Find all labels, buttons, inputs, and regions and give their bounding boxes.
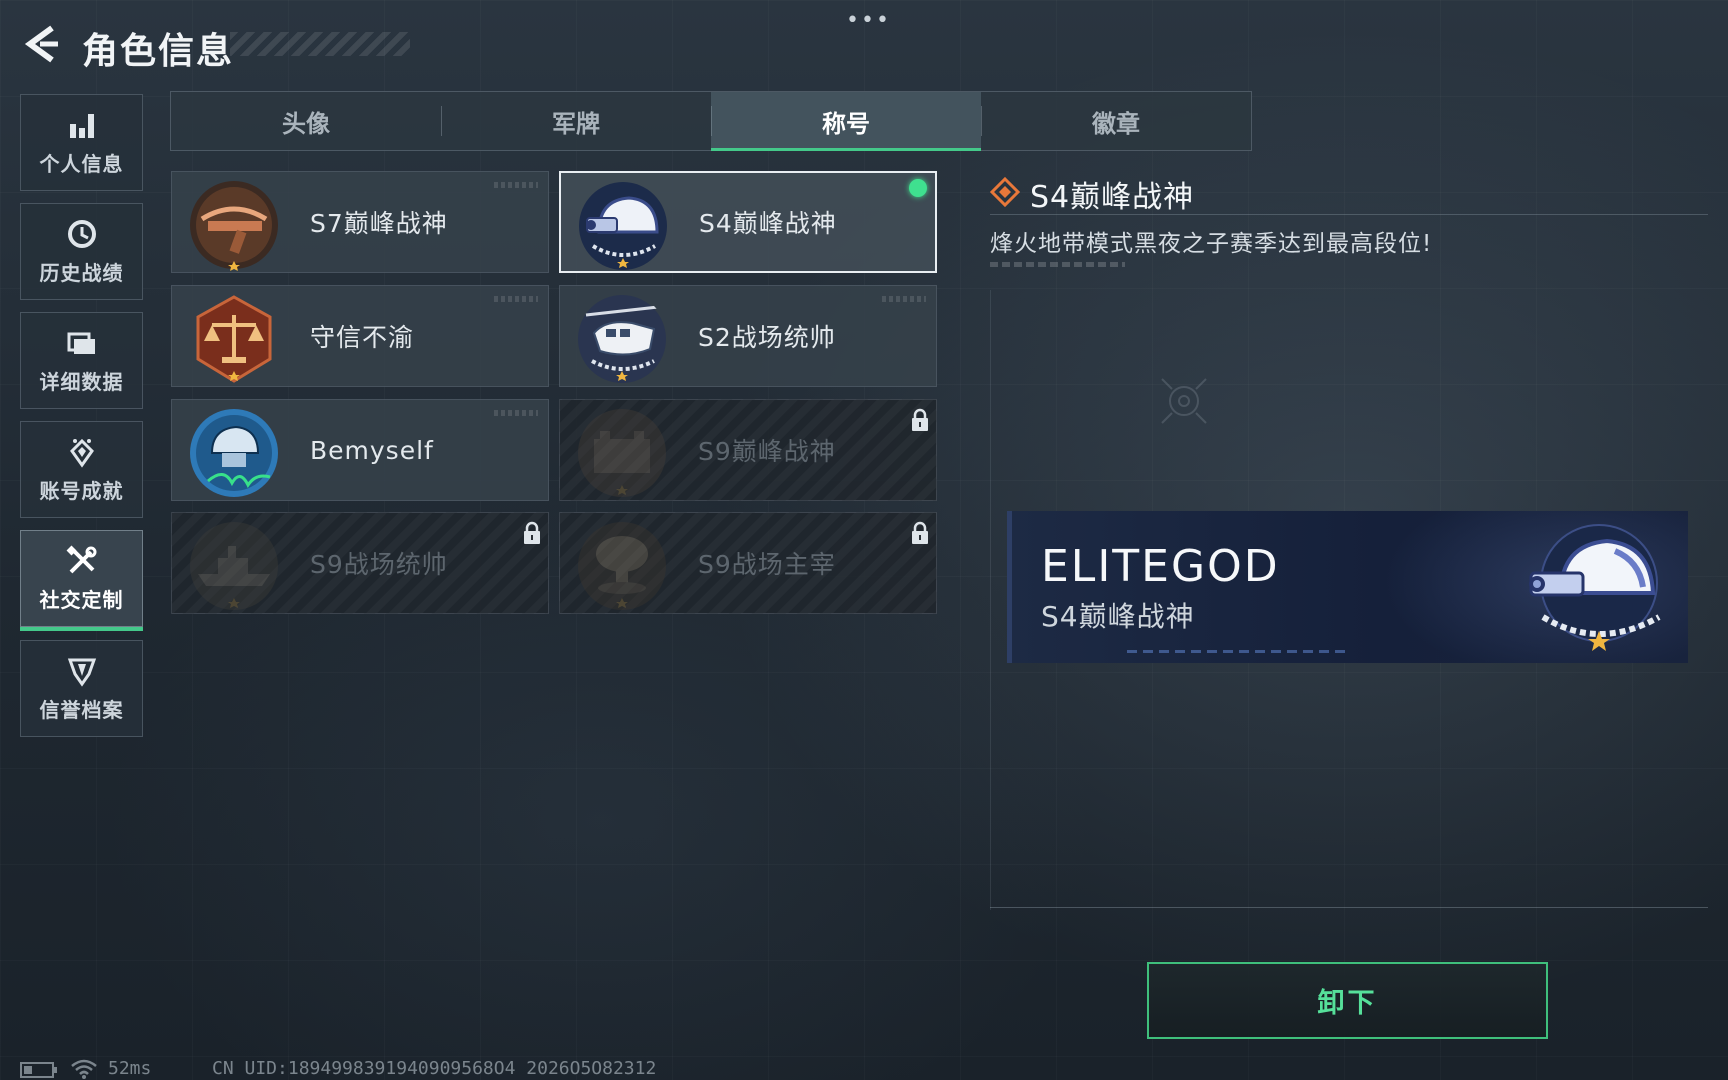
helicopter-emblem-icon [578,295,666,383]
sidebar-item-label: 详细数据 [39,370,124,394]
battery-icon [20,1062,57,1078]
card-decoration [494,182,538,188]
tab-badge[interactable]: 徽章 [981,92,1251,150]
night-vision-helmet-emblem-icon [579,182,667,270]
sidebar-item-detailed-data[interactable]: 详细数据 [20,312,143,409]
detail-title: S4巅峰战神 [1030,180,1195,215]
lock-icon [912,521,928,544]
reticle-icon [1161,378,1207,424]
warship-emblem-icon [190,522,278,610]
description-decoration [990,262,1125,267]
title-detail-icon [990,177,1020,207]
sidebar-item-label: 个人信息 [39,152,124,176]
title-card-s9-battlefield-dominator[interactable]: S9战场主宰 [559,512,937,614]
signature-helmet-emblem-icon [190,409,278,497]
ping-readout: 52ms [108,1058,152,1079]
lock-icon [524,521,540,544]
sidebar-item-achievements[interactable]: 账号成就 [20,421,143,518]
title-card-s4-peak-god[interactable]: S4巅峰战神 [559,171,937,273]
title-card-label: S9战场主宰 [698,550,836,579]
night-vision-helmet-emblem-icon [1529,524,1661,651]
title-card-label: S4巅峰战神 [699,209,837,238]
title-card-label: Bemyself [310,435,434,465]
wifi-icon [71,1059,97,1079]
title-card-bemyself[interactable]: Bemyself [171,399,549,501]
achievement-icon [69,438,94,468]
tab-avatar[interactable]: 头像 [171,92,441,150]
sidebar-item-label: 信誉档案 [39,698,124,722]
tab-title[interactable]: 称号 [711,92,981,151]
bar-chart-icon [69,114,94,138]
title-card-label: S9巅峰战神 [698,437,836,466]
more-options-icon[interactable]: ••• [846,8,891,33]
mushroom-cloud-emblem-icon [578,522,666,610]
detail-description: 烽火地带模式黑夜之子赛季达到最高段位! [990,231,1433,257]
crossbow-emblem-icon [190,181,278,271]
sidebar-item-reputation[interactable]: 信誉档案 [20,640,143,737]
scales-emblem-icon [196,295,272,383]
page-title: 角色信息 [82,31,235,72]
title-card-s7-peak-god[interactable]: S7巅峰战神 [171,171,549,273]
clock-icon [67,220,96,248]
card-decoration [882,296,926,302]
sidebar-item-personal-info[interactable]: 个人信息 [20,94,143,191]
title-card-label: S2战场统帅 [698,323,836,352]
back-arrow-icon[interactable] [18,22,62,66]
title-card-s9-peak-god[interactable]: S9巅峰战神 [559,399,937,501]
title-card-s9-battlefield-commander[interactable]: S9战场统帅 [171,512,549,614]
tab-dog-tag[interactable]: 军牌 [441,92,711,150]
detail-divider [990,214,1708,215]
banner-decoration [1127,650,1347,653]
tools-icon [66,545,96,574]
card-decoration [494,296,538,302]
lock-icon [912,408,928,431]
preview-title-text: S4巅峰战神 [1041,600,1195,633]
sidebar-item-label: 历史战绩 [39,261,124,285]
sidebar-item-label: 社交定制 [39,588,124,612]
sidebar-item-label: 账号成就 [39,479,124,503]
shield-icon [67,658,96,687]
unequip-button[interactable]: 卸下 [1147,962,1548,1039]
equipped-indicator [909,179,927,197]
title-card-label: S7巅峰战神 [310,209,448,238]
title-card-label: 守信不渝 [310,323,415,352]
user-uid: CN UID:1894998391940909568O4 2026O5O8231… [212,1058,657,1079]
player-name: ELITEGOD [1041,541,1280,592]
folder-icon [67,332,95,354]
sidebar-item-social-customization[interactable]: 社交定制 [20,530,143,631]
title-card-keep-faith[interactable]: 守信不渝 [171,285,549,387]
title-card-s2-battlefield-commander[interactable]: S2战场统帅 [559,285,937,387]
title-preview-banner: ELITEGOD S4巅峰战神 [1007,511,1688,663]
panel-bottom-rule [990,907,1708,908]
sidebar-item-match-history[interactable]: 历史战绩 [20,203,143,300]
fortress-emblem-icon [578,409,666,497]
title-card-label: S9战场统帅 [310,550,448,579]
title-decoration [230,32,410,56]
card-decoration [494,410,538,416]
tab-bar: 头像 军牌 称号 徽章 [170,91,1252,151]
